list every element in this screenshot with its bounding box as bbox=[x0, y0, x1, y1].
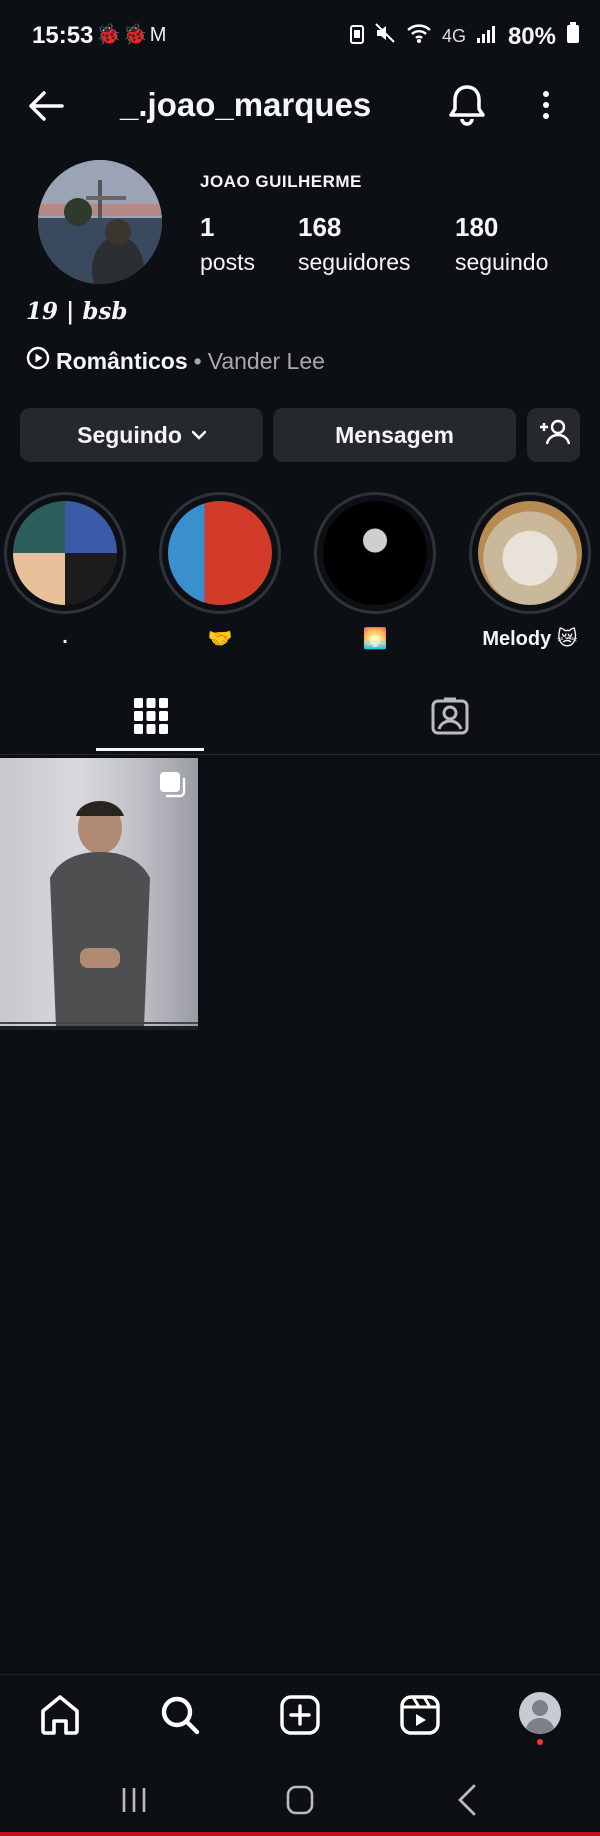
tab-posts-grid[interactable] bbox=[96, 690, 204, 750]
highlight-cover bbox=[168, 501, 272, 605]
highlight-caption: 🌅 bbox=[362, 628, 388, 650]
recent-apps-icon[interactable] bbox=[112, 1782, 156, 1818]
home-icon[interactable] bbox=[36, 1691, 84, 1739]
highlight-item[interactable]: 🤝 bbox=[157, 492, 283, 651]
back-button-icon[interactable] bbox=[446, 1782, 490, 1818]
highlight-item[interactable]: Melody 😿 bbox=[467, 492, 593, 651]
more-options-icon[interactable] bbox=[534, 84, 558, 128]
back-arrow-icon[interactable] bbox=[24, 84, 68, 128]
stat-following[interactable]: 180 seguindo bbox=[455, 212, 548, 276]
home-button-icon[interactable] bbox=[278, 1782, 322, 1818]
bottom-navigation bbox=[0, 1674, 600, 1759]
system-navigation bbox=[0, 1760, 600, 1836]
battery-icon bbox=[566, 22, 580, 51]
reels-icon[interactable] bbox=[396, 1691, 444, 1739]
highlight-ring bbox=[159, 492, 281, 614]
grid-icon bbox=[134, 698, 168, 739]
profile-bio: 19 | bsb bbox=[26, 298, 128, 325]
highlight-ring bbox=[469, 492, 591, 614]
highlight-item[interactable]: 🌅 bbox=[312, 492, 438, 651]
stat-label: posts bbox=[200, 249, 255, 275]
tab-tagged[interactable] bbox=[396, 690, 504, 750]
battery-saver-icon bbox=[349, 23, 364, 51]
active-tab-indicator bbox=[96, 748, 204, 751]
stat-value: 180 bbox=[455, 212, 499, 242]
create-icon[interactable] bbox=[276, 1691, 324, 1739]
following-label: Seguindo bbox=[77, 421, 182, 448]
mute-icon bbox=[374, 22, 396, 51]
screen-edge-accent bbox=[0, 1832, 600, 1836]
message-button[interactable]: Mensagem bbox=[273, 408, 516, 462]
post-bottom-edge bbox=[0, 1026, 198, 1030]
status-right: 4G 80% bbox=[349, 22, 580, 51]
play-circle-icon bbox=[26, 346, 50, 376]
notification-icons: 🐞🐞M bbox=[96, 24, 169, 46]
highlight-ring bbox=[4, 492, 126, 614]
post-progress-track bbox=[0, 1022, 198, 1024]
music-artist: Vander Lee bbox=[207, 347, 325, 374]
battery-percent: 80% bbox=[507, 22, 556, 50]
add-person-icon bbox=[538, 418, 570, 452]
tab-divider bbox=[0, 754, 600, 755]
highlight-cover bbox=[478, 501, 582, 605]
stat-value: 168 bbox=[298, 212, 342, 242]
wifi-icon bbox=[406, 22, 432, 51]
suggest-user-button[interactable] bbox=[527, 408, 580, 462]
profile-music[interactable]: Românticos • Vander Lee bbox=[26, 346, 325, 376]
highlight-caption: Melody 😿 bbox=[482, 628, 578, 650]
profile-avatar[interactable] bbox=[38, 160, 162, 284]
profile-icon[interactable] bbox=[516, 1691, 564, 1745]
chevron-down-icon bbox=[191, 430, 206, 440]
post-thumbnail[interactable] bbox=[0, 758, 198, 1030]
stat-value: 1 bbox=[200, 212, 215, 242]
status-time: 15:53 bbox=[32, 22, 94, 49]
music-song: Românticos bbox=[56, 347, 188, 374]
music-separator: • bbox=[193, 347, 202, 374]
highlight-ring bbox=[314, 492, 436, 614]
stat-label: seguindo bbox=[455, 249, 549, 275]
search-icon[interactable] bbox=[156, 1691, 204, 1739]
multiple-posts-icon bbox=[158, 770, 186, 803]
following-button[interactable]: Seguindo bbox=[20, 408, 263, 462]
signal-icon bbox=[476, 23, 498, 51]
highlight-caption: 🤝 bbox=[207, 628, 233, 650]
bell-icon[interactable] bbox=[446, 82, 488, 128]
stat-label: seguidores bbox=[298, 249, 411, 275]
stat-posts[interactable]: 1 posts bbox=[200, 212, 255, 276]
highlight-item[interactable]: . bbox=[2, 492, 128, 649]
profile-header: _.joao_marques bbox=[0, 70, 600, 140]
display-name: JOAO GUILHERME bbox=[200, 172, 362, 191]
tagged-icon bbox=[430, 696, 470, 741]
message-label: Mensagem bbox=[335, 421, 454, 448]
post-image bbox=[50, 800, 150, 1028]
stat-followers[interactable]: 168 seguidores bbox=[298, 212, 411, 276]
profile-username: _.joao_marques bbox=[120, 86, 372, 123]
status-bar: 15:53 🐞🐞M 4G 80% bbox=[0, 0, 600, 70]
network-type: 4G bbox=[441, 26, 466, 46]
highlight-cover bbox=[323, 501, 427, 605]
highlight-cover bbox=[13, 501, 117, 605]
highlight-caption: . bbox=[62, 626, 68, 648]
